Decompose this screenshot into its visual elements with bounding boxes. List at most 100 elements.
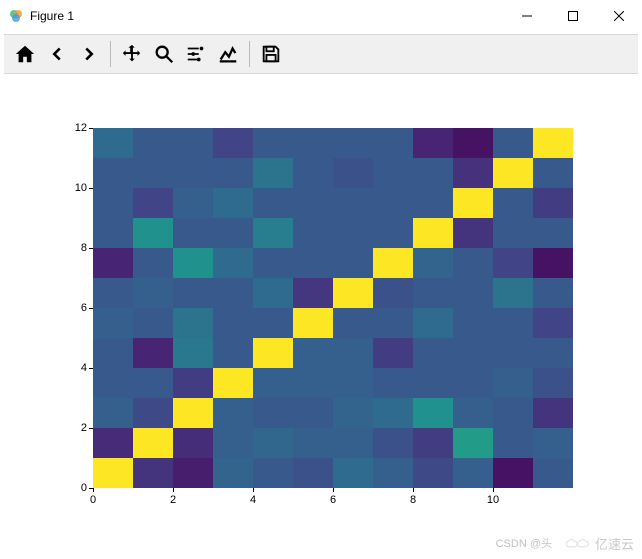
save-button[interactable] <box>256 39 286 69</box>
heatmap-cell <box>493 398 533 428</box>
x-tick-label: 0 <box>78 494 108 506</box>
heatmap-cell <box>533 338 573 368</box>
heatmap-cell <box>493 308 533 338</box>
heatmap-cell <box>133 368 173 398</box>
heatmap-cell <box>93 128 133 158</box>
heatmap-cell <box>453 428 493 458</box>
heatmap-cell <box>333 218 373 248</box>
heatmap-cell <box>253 188 293 218</box>
heatmap-cell <box>173 248 213 278</box>
heatmap-cell <box>373 428 413 458</box>
heatmap-cell <box>373 128 413 158</box>
heatmap-cell <box>93 368 133 398</box>
heatmap-cell <box>293 428 333 458</box>
heatmap-cell <box>133 338 173 368</box>
heatmap-cell <box>253 128 293 158</box>
heatmap-cell <box>293 398 333 428</box>
heatmap-cell <box>333 308 373 338</box>
heatmap-grid <box>93 128 573 488</box>
heatmap-cell <box>293 188 333 218</box>
heatmap-cell <box>93 398 133 428</box>
close-button[interactable] <box>596 0 642 32</box>
heatmap-cell <box>373 278 413 308</box>
figure-canvas[interactable]: 0246810120246810 CSDN @头 亿速云 <box>0 74 642 559</box>
configure-button[interactable] <box>181 39 211 69</box>
heatmap-cell <box>533 398 573 428</box>
heatmap-cell <box>93 218 133 248</box>
heatmap-cell <box>173 278 213 308</box>
zoom-button[interactable] <box>149 39 179 69</box>
heatmap-cell <box>93 248 133 278</box>
heatmap-cell <box>333 158 373 188</box>
maximize-button[interactable] <box>550 0 596 32</box>
heatmap-cell <box>453 188 493 218</box>
heatmap-cell <box>173 158 213 188</box>
pan-button[interactable] <box>117 39 147 69</box>
heatmap-cell <box>253 218 293 248</box>
y-tick-label: 4 <box>57 362 87 374</box>
y-tick-label: 6 <box>57 302 87 314</box>
forward-button[interactable] <box>74 39 104 69</box>
heatmap-cell <box>93 428 133 458</box>
heatmap-cell <box>253 458 293 488</box>
heatmap-cell <box>493 368 533 398</box>
heatmap-cell <box>373 398 413 428</box>
heatmap-cell <box>453 158 493 188</box>
home-button[interactable] <box>10 39 40 69</box>
title-bar: Figure 1 <box>0 0 642 32</box>
heatmap-cell <box>253 398 293 428</box>
heatmap-cell <box>213 278 253 308</box>
y-tick-label: 0 <box>57 482 87 494</box>
heatmap-cell <box>173 458 213 488</box>
heatmap-cell <box>453 308 493 338</box>
heatmap-cell <box>493 458 533 488</box>
minimize-button[interactable] <box>504 0 550 32</box>
heatmap-cell <box>213 428 253 458</box>
toolbar <box>4 34 638 74</box>
heatmap-cell <box>133 248 173 278</box>
heatmap-cell <box>493 338 533 368</box>
heatmap-cell <box>333 188 373 218</box>
edit-axis-button[interactable] <box>213 39 243 69</box>
heatmap-cell <box>133 308 173 338</box>
heatmap-cell <box>133 398 173 428</box>
heatmap-cell <box>453 278 493 308</box>
heatmap-cell <box>133 278 173 308</box>
heatmap-cell <box>253 338 293 368</box>
watermark-yisu: 亿速云 <box>563 534 634 553</box>
heatmap-cell <box>373 158 413 188</box>
heatmap-cell <box>493 248 533 278</box>
heatmap-cell <box>533 458 573 488</box>
heatmap-cell <box>533 248 573 278</box>
y-tick-label: 10 <box>57 182 87 194</box>
heatmap-cell <box>453 128 493 158</box>
heatmap-cell <box>533 218 573 248</box>
heatmap-cell <box>373 188 413 218</box>
heatmap-cell <box>293 248 333 278</box>
heatmap-cell <box>413 278 453 308</box>
heatmap-cell <box>453 248 493 278</box>
heatmap-cell <box>373 458 413 488</box>
heatmap-cell <box>533 158 573 188</box>
heatmap-cell <box>413 308 453 338</box>
heatmap-cell <box>453 398 493 428</box>
heatmap-cell <box>173 218 213 248</box>
heatmap-cell <box>213 338 253 368</box>
heatmap-cell <box>293 218 333 248</box>
heatmap-cell <box>173 428 213 458</box>
heatmap-cell <box>413 248 453 278</box>
heatmap-cell <box>213 248 253 278</box>
heatmap-cell <box>213 188 253 218</box>
heatmap-cell <box>413 458 453 488</box>
toolbar-separator <box>110 41 111 67</box>
back-button[interactable] <box>42 39 72 69</box>
heatmap-cell <box>173 338 213 368</box>
heatmap-cell <box>173 398 213 428</box>
heatmap-cell <box>493 278 533 308</box>
heatmap-cell <box>453 338 493 368</box>
x-tick-label: 10 <box>478 494 508 506</box>
heatmap-cell <box>533 428 573 458</box>
heatmap-cell <box>293 158 333 188</box>
heatmap-cell <box>333 248 373 278</box>
heatmap-cell <box>93 308 133 338</box>
